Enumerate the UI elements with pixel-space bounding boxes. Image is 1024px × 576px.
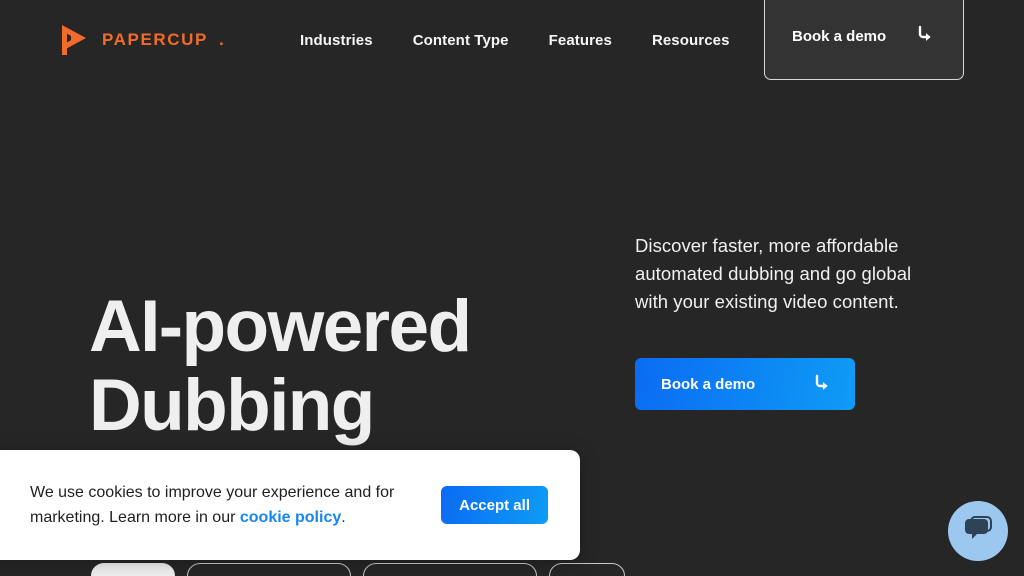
chip-1[interactable] [91,563,175,576]
nav-item-resources[interactable]: Resources [652,32,730,49]
landing-page: PAPERCUP . Industries Content Type Featu… [0,0,1024,576]
hero-book-a-demo-button[interactable]: Book a demo [635,358,855,410]
brand-name: PAPERCUP [102,30,209,49]
nav-item-industries[interactable]: Industries [300,32,373,49]
cookie-text-after-link: . [341,509,346,526]
arrow-down-right-icon [916,25,934,48]
hero-title: AI-powered Dubbing [89,286,472,446]
cookie-text: We use cookies to improve your experienc… [30,480,410,530]
hero-paragraph: Discover faster, more affordable automat… [635,235,912,312]
arrow-down-right-icon [813,374,831,395]
chat-widget-button[interactable] [948,501,1008,561]
primary-nav: Industries Content Type Features Resourc… [300,0,730,80]
site-header: PAPERCUP . Industries Content Type Featu… [0,0,1024,80]
chat-bubbles-icon [962,514,994,549]
chip-2[interactable] [187,563,351,576]
nav-item-content-type[interactable]: Content Type [413,32,509,49]
cookie-consent-banner: We use cookies to improve your experienc… [0,450,580,560]
header-cta-label: Book a demo [792,28,887,45]
header-book-a-demo-button[interactable]: Book a demo [764,0,964,80]
chip-3[interactable] [363,563,537,576]
hero-right-column: Discover faster, more affordable automat… [635,232,935,410]
nav-item-features[interactable]: Features [549,32,612,49]
accept-all-button[interactable]: Accept all [441,486,548,524]
chip-4[interactable] [549,563,625,576]
category-chip-row [91,563,625,576]
brand-logo[interactable]: PAPERCUP . [59,21,224,59]
brand-dot: . [219,30,224,49]
hero-cta-label: Book a demo [661,375,756,393]
cookie-policy-link[interactable]: cookie policy [240,509,341,526]
papercup-play-mark-icon [59,21,91,59]
